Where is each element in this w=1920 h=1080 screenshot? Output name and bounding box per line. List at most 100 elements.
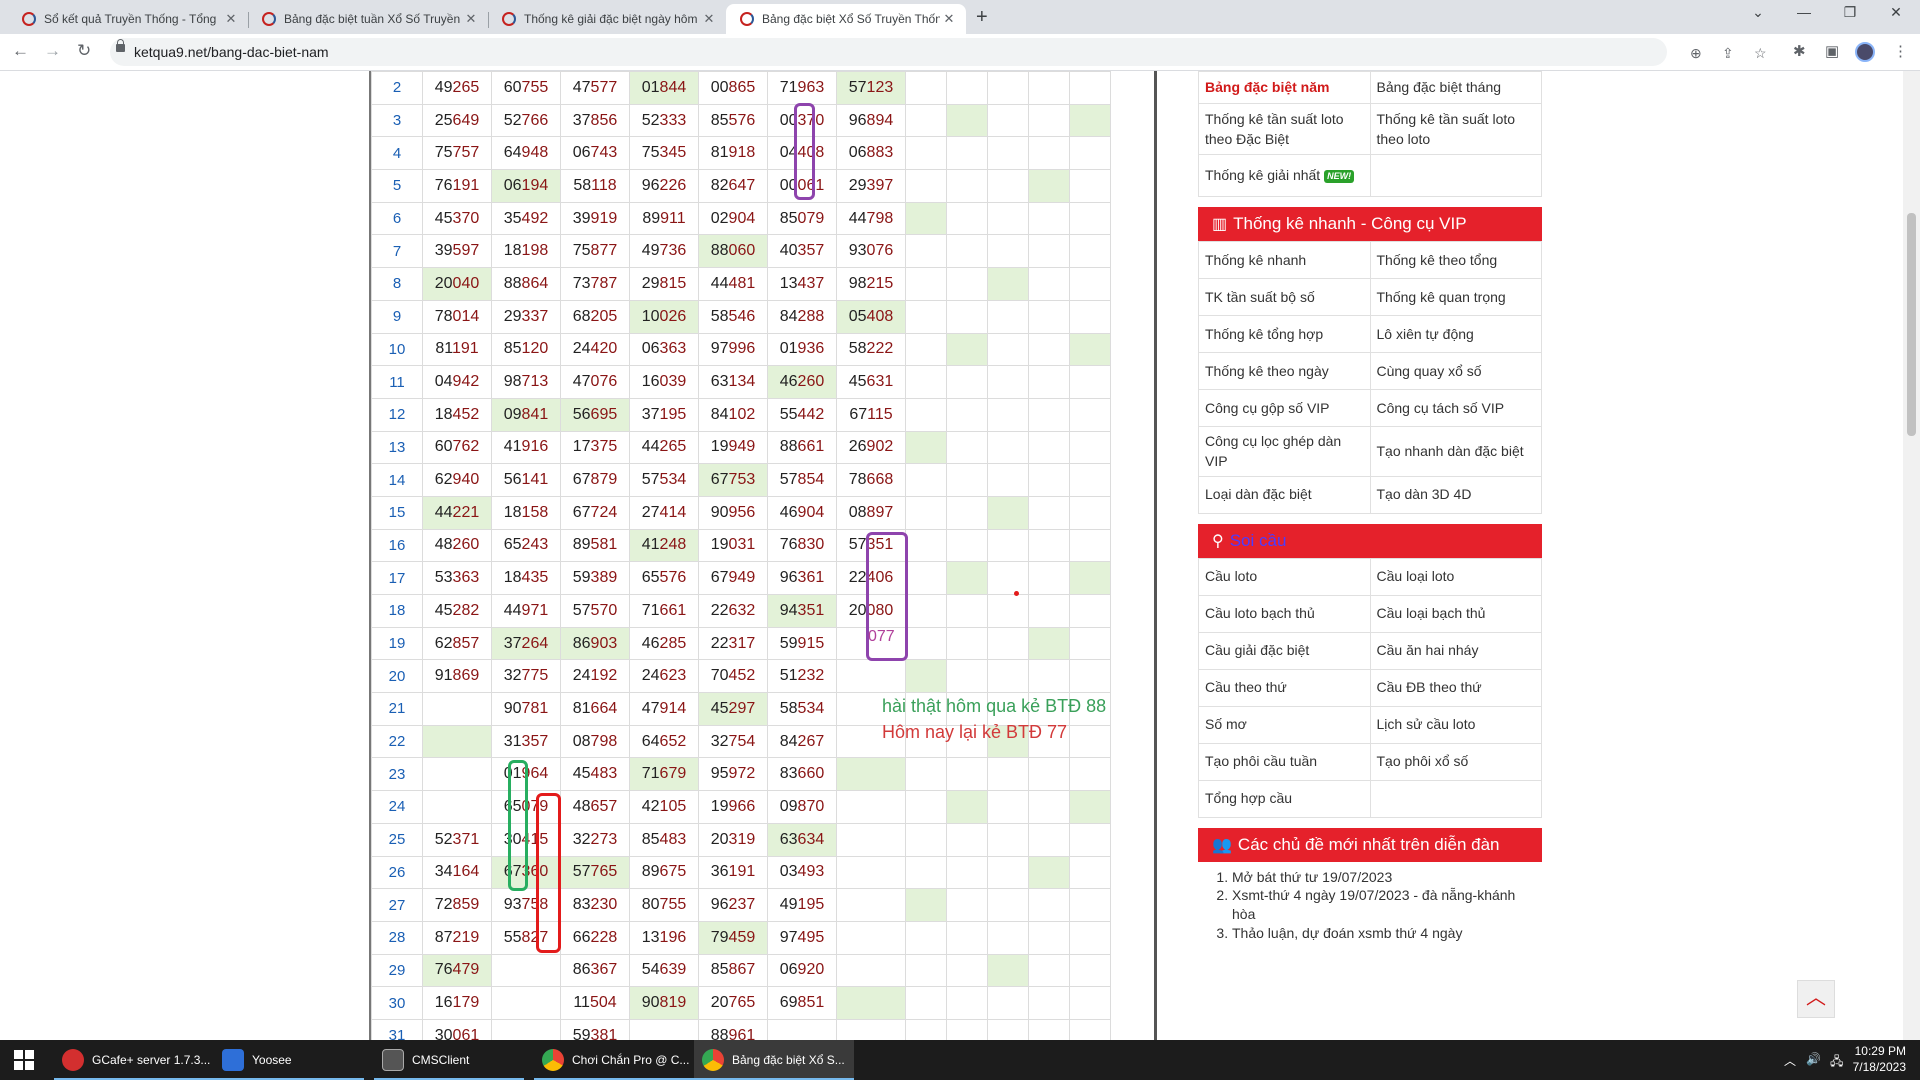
vip-tool-link[interactable]: Thống kê tổng hợp [1198,315,1371,353]
close-icon[interactable]: ✕ [940,11,958,27]
link-special-month[interactable]: Bảng đặc biệt tháng [1369,71,1542,104]
empty-cell [946,332,988,367]
reload-icon[interactable]: ↻ [77,41,91,61]
maximize-button[interactable]: ❐ [1830,4,1870,21]
taskbar-chrome-active[interactable]: Bảng đặc biệt Xổ S... [694,1040,854,1080]
close-icon[interactable]: ✕ [700,11,718,27]
empty-cell [987,397,1029,432]
new-tab-button[interactable]: + [976,6,988,29]
tab-2[interactable]: Bảng đặc biệt tuần Xổ Số Truyền ✕ [248,4,489,34]
empty-cell [905,1018,947,1040]
vip-tool-link[interactable]: Loại dàn đặc biệt [1198,475,1371,514]
zoom-icon[interactable]: ⊕ [1690,45,1702,62]
special-prize-cell [491,953,561,988]
soi-cau-link[interactable]: Cầu theo thứ [1198,668,1371,707]
soi-cau-link[interactable]: Cầu giải đặc biệt [1198,631,1371,670]
soi-cau-link[interactable]: Cầu loto [1198,557,1371,596]
tab-1[interactable]: Sổ kết quả Truyền Thống - Tổng ✕ [8,4,249,34]
forum-item[interactable]: Thảo luận, dự đoán xsmb thứ 4 ngày [1232,924,1542,943]
empty-cell [946,136,988,171]
special-prize-cell: 58546 [698,299,768,334]
soi-cau-link[interactable]: Tạo phôi xổ số [1369,742,1542,781]
link-special-year[interactable]: Bảng đặc biệt năm [1198,71,1371,104]
windows-start-icon[interactable] [14,1050,34,1070]
tab-search-icon[interactable]: ⌄ [1738,4,1778,21]
special-prize-cell: 75345 [629,136,699,171]
special-prize-cell [422,692,492,726]
soi-cau-link[interactable]: Cầu ăn hai nháy [1369,631,1542,670]
scroll-to-top-button[interactable]: ︿ [1797,980,1835,1018]
soi-cau-link[interactable]: Lịch sử cầu loto [1369,705,1542,744]
soi-cau-link[interactable]: Tổng hợp cầu [1198,779,1371,818]
special-prize-cell: 58118 [560,169,630,203]
address-bar[interactable]: ketqua9.net/bang-dac-biet-nam ⊕ ⇪ ☆ [110,38,1767,66]
special-prize-cell: 17375 [560,430,630,465]
special-prize-cell: 20040 [422,267,492,301]
empty-cell [905,561,947,595]
special-prize-cell: 01844 [629,71,699,105]
empty-cell [905,594,947,628]
extensions-icon[interactable]: ✱ [1793,42,1806,60]
bookmark-star-icon[interactable]: ☆ [1754,45,1767,62]
profile-avatar[interactable] [1855,42,1875,62]
forum-item[interactable]: Mở bát thứ tư 19/07/2023 [1232,868,1542,887]
vip-tool-link[interactable]: Thống kê theo tổng [1369,241,1542,279]
vip-tool-link[interactable]: Thống kê theo ngày [1198,352,1371,390]
soi-cau-link[interactable]: Số mơ [1198,705,1371,744]
link-frequency-loto[interactable]: Thống kê tần suất loto theo loto [1369,103,1542,155]
taskbar-gcafe[interactable]: GCafe+ server 1.7.3... [54,1040,214,1080]
taskbar-yoosee[interactable]: Yoosee [214,1040,364,1080]
special-prize-cell: 88661 [767,430,837,465]
empty-cell [1028,528,1070,563]
special-prize-cell: 89911 [629,201,699,236]
close-icon[interactable]: ✕ [462,11,480,27]
tab-4-active[interactable]: Bảng đặc biệt Xổ Số Truyền Thốn ✕ [726,4,966,34]
users-icon: 👥 [1212,836,1232,854]
vip-tool-link[interactable]: Thống kê quan trọng [1369,278,1542,316]
back-arrow-icon[interactable]: ← [12,41,29,61]
soi-cau-link[interactable]: Tạo phôi cầu tuần [1198,742,1371,781]
vip-tool-link[interactable]: Công cụ tách số VIP [1369,389,1542,427]
soi-cau-link[interactable]: Cầu ĐB theo thứ [1369,668,1542,707]
taskbar-chrome-chan[interactable]: Chơi Chắn Pro @ C... [534,1040,694,1080]
network-icon[interactable]: 🖧 [1830,1052,1843,1073]
soi-cau-link[interactable]: Cầu loại bạch thủ [1369,594,1542,633]
minimize-button[interactable]: — [1784,4,1824,20]
empty-cell [1028,430,1070,465]
special-prize-cell: 44971 [491,594,561,628]
forum-item[interactable]: Xsmt-thứ 4 ngày 19/07/2023 - đà nẵng-khá… [1232,886,1542,924]
scrollbar-thumb[interactable] [1907,213,1916,436]
volume-icon[interactable]: 🔊 [1806,1052,1821,1066]
link-frequency-special[interactable]: Thống kê tần suất loto theo Đặc Biệt [1198,103,1371,155]
vertical-scrollbar[interactable] [1903,71,1920,1040]
soi-cau-link[interactable]: Cầu loại loto [1369,557,1542,596]
forward-arrow-icon[interactable]: → [44,41,61,61]
empty-cell [987,757,1029,792]
vip-tool-link[interactable]: Cùng quay xổ số [1369,352,1542,390]
empty-cell [1369,154,1542,197]
vip-tool-link[interactable]: Tạo nhanh dàn đặc biệt [1369,426,1542,477]
link-first-prize-stats[interactable]: Thống kê giải nhất NEW! [1198,154,1371,197]
vip-tool-link[interactable]: Công cụ lọc ghép dàn VIP [1198,426,1371,477]
vip-tool-link[interactable]: Tạo dàn 3D 4D [1369,475,1542,514]
vip-tool-link[interactable]: Công cụ gộp số VIP [1198,389,1371,427]
taskbar-cmsclient[interactable]: CMSClient [374,1040,524,1080]
side-panel-icon[interactable]: ▣ [1825,42,1839,60]
address-toolbar: ← → ↻ ketqua9.net/bang-dac-biet-nam ⊕ ⇪ … [0,34,1920,71]
menu-dots-icon[interactable]: ⋮ [1893,42,1908,60]
vip-tool-link[interactable]: TK tần suất bộ số [1198,278,1371,316]
row-number: 15 [371,495,423,530]
tray-chevron-icon[interactable]: ︿ [1784,1052,1796,1069]
empty-cell [987,1018,1029,1040]
vip-tool-link[interactable]: Lô xiên tự động [1369,315,1542,353]
clock[interactable]: 10:29 PM 7/18/2023 [1853,1043,1906,1075]
empty-cell [987,888,1029,922]
close-icon[interactable]: ✕ [222,11,240,27]
soi-cau-link[interactable]: Cầu loto bạch thủ [1198,594,1371,633]
share-icon[interactable]: ⇪ [1722,45,1734,62]
vip-tool-link[interactable]: Thống kê nhanh [1198,241,1371,279]
empty-cell [946,790,988,824]
special-prize-cell [836,953,906,988]
window-close-button[interactable]: ✕ [1876,4,1916,21]
tab-3[interactable]: Thống kê giải đặc biệt ngày hôm ✕ [488,4,726,34]
